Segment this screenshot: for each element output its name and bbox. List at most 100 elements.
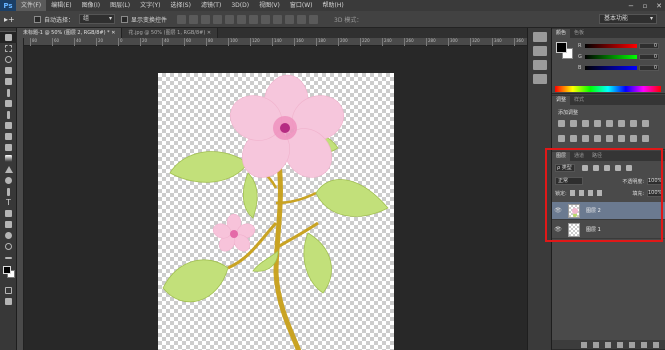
eyedropper-tool-icon[interactable] (0, 87, 17, 98)
canvas-area[interactable] (24, 46, 527, 350)
history-panel-icon[interactable] (532, 32, 547, 42)
adjustment-filter-icon[interactable] (593, 165, 599, 171)
layer-row-1[interactable]: 👁 图层 1 (552, 221, 665, 239)
menu-item[interactable]: 窗口(W) (285, 0, 318, 11)
tab-layers[interactable]: 图层 (552, 152, 571, 161)
restore-button[interactable]: ▫ (641, 2, 649, 10)
hue-saturation-icon[interactable] (618, 120, 625, 127)
menu-item[interactable]: 3D(D) (226, 0, 254, 11)
healing-brush-tool-icon[interactable] (0, 98, 17, 109)
curves-icon[interactable] (582, 120, 589, 127)
menu-item[interactable]: 图像(I) (77, 0, 105, 11)
tab-styles[interactable]: 样式 (570, 96, 588, 105)
close-button[interactable]: ✕ (655, 2, 663, 10)
photo-filter-icon[interactable] (558, 135, 565, 142)
fill-input[interactable]: 100% (647, 189, 662, 197)
menu-item[interactable]: 文字(Y) (135, 0, 165, 11)
align-left-icon[interactable] (213, 14, 223, 24)
smart-object-filter-icon[interactable] (626, 165, 632, 171)
tab-channels[interactable]: 通道 (570, 152, 588, 161)
gradient-tool-icon[interactable] (0, 153, 17, 164)
type-filter-icon[interactable] (604, 165, 610, 171)
lock-transparent-icon[interactable] (569, 190, 575, 196)
zoom-tool-icon[interactable] (0, 241, 17, 252)
align-bottom-icon[interactable] (201, 14, 211, 24)
distribute-right-icon[interactable] (309, 14, 319, 24)
dodge-tool-icon[interactable] (0, 175, 17, 186)
align-top-icon[interactable] (177, 14, 187, 24)
align-vcenter-icon[interactable] (189, 14, 199, 24)
menu-item[interactable]: 选择(S) (165, 0, 196, 11)
layer-kind-filter[interactable]: ρ 类型 (555, 164, 575, 172)
layer-row-2[interactable]: 👁 图层 2 (552, 202, 665, 220)
distribute-top-icon[interactable] (249, 14, 259, 24)
color-spectrum[interactable] (555, 86, 661, 92)
new-layer-icon[interactable] (641, 341, 647, 348)
color-panel-foreground[interactable] (556, 42, 567, 53)
lock-position-icon[interactable] (587, 190, 593, 196)
more-tools-icon[interactable] (0, 252, 17, 263)
screen-mode-icon[interactable] (0, 296, 17, 307)
add-style-icon[interactable] (593, 341, 599, 348)
workspace-switcher[interactable]: 基本功能 (599, 14, 657, 24)
slider-value-input[interactable]: 0 (639, 64, 659, 71)
slider-value-input[interactable]: 0 (639, 42, 659, 49)
visibility-eye-icon[interactable]: 👁 (552, 207, 564, 214)
auto-select-checkbox[interactable] (34, 15, 41, 23)
path-selection-tool-icon[interactable] (0, 208, 17, 219)
eraser-tool-icon[interactable] (0, 142, 17, 153)
rectangle-tool-icon[interactable] (0, 219, 17, 230)
slider-track[interactable] (585, 54, 637, 59)
show-transform-checkbox[interactable] (121, 15, 129, 23)
marquee-tool-icon[interactable] (0, 43, 17, 54)
menu-item[interactable]: 帮助(H) (318, 0, 349, 11)
delete-layer-icon[interactable] (653, 341, 659, 348)
threshold-icon[interactable] (618, 135, 625, 142)
blur-tool-icon[interactable] (0, 164, 17, 175)
quick-select-tool-icon[interactable] (0, 65, 17, 76)
channel-mixer-icon[interactable] (570, 135, 577, 142)
blend-mode-select[interactable]: 正常 (555, 177, 583, 185)
paragraph-panel-icon[interactable] (532, 74, 547, 84)
add-mask-icon[interactable] (605, 341, 611, 348)
slider-track[interactable] (585, 43, 637, 48)
invert-icon[interactable] (594, 135, 601, 142)
document-canvas[interactable] (158, 73, 394, 350)
selective-color-icon[interactable] (642, 135, 649, 142)
tab-color[interactable]: 颜色 (552, 29, 571, 38)
lock-all-icon[interactable] (596, 190, 602, 196)
menu-item[interactable]: 视图(V) (254, 0, 285, 11)
move-tool-preset[interactable]: ▸+ (4, 13, 28, 25)
posterize-icon[interactable] (606, 135, 613, 142)
crop-tool-icon[interactable] (0, 76, 17, 87)
brush-tool-icon[interactable] (0, 109, 17, 120)
distribute-left-icon[interactable] (285, 14, 295, 24)
gradient-map-icon[interactable] (630, 135, 637, 142)
distribute-hcenter-icon[interactable] (297, 14, 307, 24)
color-balance-icon[interactable] (630, 120, 637, 127)
color-lookup-icon[interactable] (582, 135, 589, 142)
move-tool-icon[interactable] (0, 32, 17, 43)
levels-icon[interactable] (570, 120, 577, 127)
tab-flower-jpg[interactable]: 花.jpg @ 50% (图层 1, RGB/8#) ✕ (122, 28, 219, 38)
distribute-bottom-icon[interactable] (273, 14, 283, 24)
new-group-icon[interactable] (629, 341, 635, 348)
shape-filter-icon[interactable] (615, 165, 621, 171)
link-layers-icon[interactable] (581, 341, 587, 348)
menu-item[interactable]: 编辑(E) (46, 0, 76, 11)
menu-item[interactable]: 滤镜(T) (196, 0, 226, 11)
auto-select-dropdown[interactable]: 组 (79, 14, 116, 24)
align-right-icon[interactable] (237, 14, 247, 24)
exposure-icon[interactable] (594, 120, 601, 127)
history-brush-tool-icon[interactable] (0, 131, 17, 142)
slider-value-input[interactable]: 0 (639, 53, 659, 60)
brightness-contrast-icon[interactable] (558, 120, 565, 127)
align-hcenter-icon[interactable] (225, 14, 235, 24)
lasso-tool-icon[interactable] (0, 54, 17, 65)
properties-panel-icon[interactable] (532, 46, 547, 56)
clone-stamp-tool-icon[interactable] (0, 120, 17, 131)
menu-item[interactable]: 图层(L) (105, 0, 135, 11)
tab-swatches[interactable]: 色板 (570, 29, 588, 38)
distribute-vcenter-icon[interactable] (261, 14, 271, 24)
hand-tool-icon[interactable] (0, 230, 17, 241)
